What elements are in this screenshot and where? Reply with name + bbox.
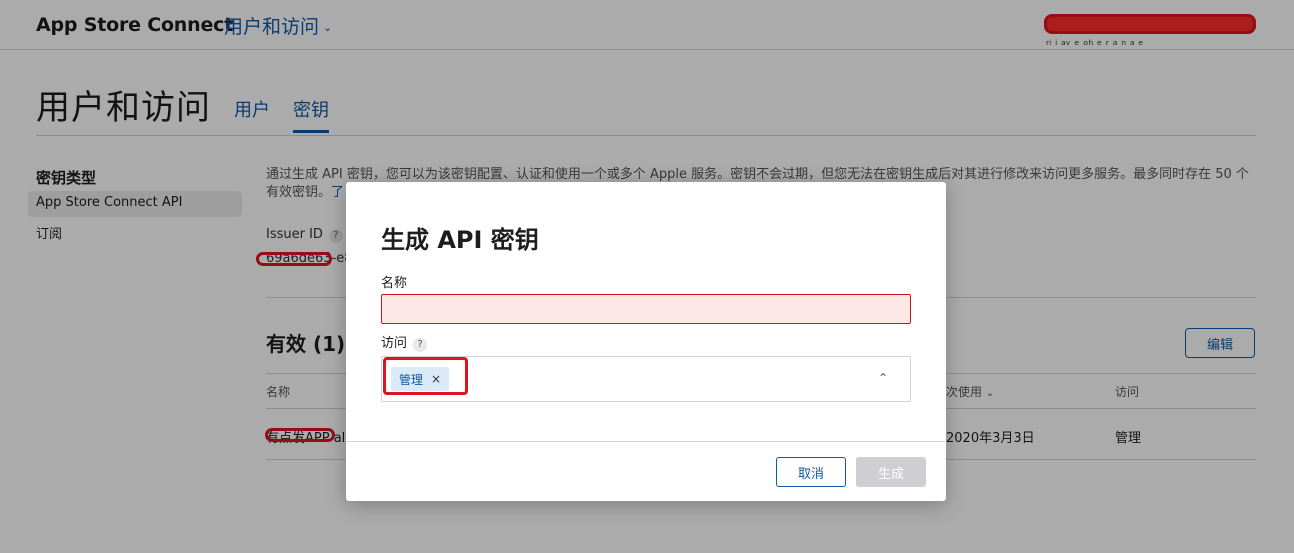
annotation-highlight <box>383 357 468 395</box>
generate-button[interactable]: 生成 <box>856 457 926 487</box>
generate-api-key-dialog: 生成 API 密钥 名称 访问? 管理 × ⌃ 取消 生成 <box>346 182 946 501</box>
dialog-title: 生成 API 密钥 <box>381 226 539 254</box>
chevron-up-icon[interactable]: ⌃ <box>878 371 888 385</box>
access-field-label-text: 访问 <box>381 336 408 351</box>
cancel-button[interactable]: 取消 <box>776 457 846 487</box>
access-select[interactable]: 管理 × ⌃ <box>381 356 911 402</box>
help-icon[interactable]: ? <box>413 338 428 352</box>
divider <box>346 441 946 442</box>
name-field-label: 名称 <box>381 276 408 291</box>
access-field-label: 访问? <box>381 332 428 352</box>
name-input[interactable] <box>381 294 911 324</box>
